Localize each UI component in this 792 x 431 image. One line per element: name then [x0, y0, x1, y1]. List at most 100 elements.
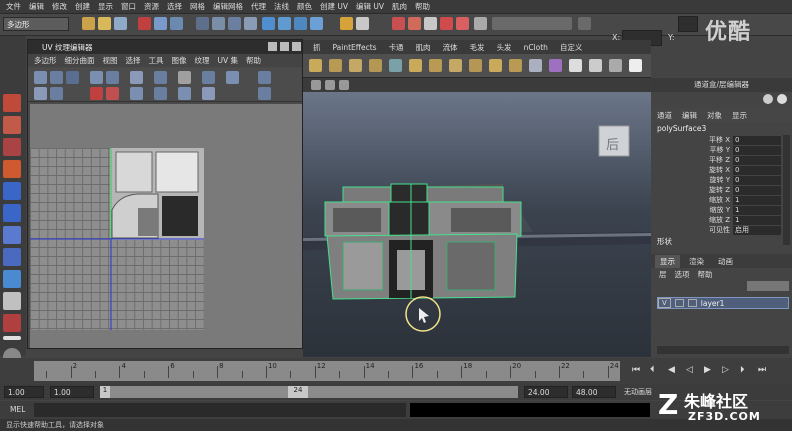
ipr-render-icon[interactable] — [408, 17, 421, 30]
render-frame-icon[interactable] — [392, 17, 405, 30]
layer-menu-options[interactable]: 选项 — [675, 269, 690, 280]
show-manipulator-icon[interactable] — [3, 270, 21, 288]
attr-value[interactable]: 1 — [733, 205, 781, 215]
cb-menu-channels[interactable]: 通道 — [657, 110, 672, 121]
shelf-tool-15-icon[interactable] — [589, 59, 602, 72]
shelf-tool-12-icon[interactable] — [529, 59, 542, 72]
shelf-tool-17-icon[interactable] — [629, 59, 642, 72]
object-name[interactable]: polySurface3 — [657, 124, 706, 133]
layer-buttons-icon[interactable] — [747, 281, 789, 291]
cb-menu-show[interactable]: 显示 — [732, 110, 747, 121]
layer-menu-layers[interactable]: 层 — [659, 269, 667, 280]
menu-edit[interactable]: 编辑 — [29, 1, 44, 12]
menu-normals[interactable]: 法线 — [274, 1, 289, 12]
attr-value[interactable]: 启用 — [733, 225, 781, 235]
attr-row-tz[interactable]: 平移 Z0 — [651, 155, 781, 165]
layer-menu-help[interactable]: 帮助 — [698, 269, 713, 280]
absolute-transform-icon[interactable] — [578, 17, 591, 30]
shelf-tool-5-icon[interactable] — [389, 59, 402, 72]
close-icon[interactable] — [292, 42, 301, 51]
y-field[interactable] — [678, 16, 698, 32]
uv-tool-14-icon[interactable] — [90, 87, 103, 100]
uv-tool-10-icon[interactable] — [226, 71, 239, 84]
render-view-icon[interactable] — [456, 17, 469, 30]
end-time-field[interactable]: 48.00 — [572, 386, 616, 398]
layer-visibility-toggle[interactable]: V — [658, 298, 671, 308]
step-back-key-icon[interactable]: ⏴ — [650, 365, 655, 375]
attr-value[interactable]: 1 — [733, 195, 781, 205]
uv-tool-11-icon[interactable] — [258, 71, 271, 84]
attr-value[interactable]: 0 — [733, 135, 781, 145]
render-settings-icon[interactable] — [424, 17, 437, 30]
attr-row-ry[interactable]: 旋转 Y0 — [651, 175, 781, 185]
shelf-tool-13-icon[interactable] — [549, 59, 562, 72]
attr-value[interactable]: 0 — [733, 185, 781, 195]
playback-start-field[interactable]: 1.00 — [50, 386, 94, 398]
layer-horizontal-scrollbar[interactable] — [657, 346, 789, 354]
shelf-tab-4[interactable]: 流体 — [439, 42, 462, 53]
uv-menu-tool[interactable]: 工具 — [149, 55, 164, 66]
uv-menu-help[interactable]: 帮助 — [246, 55, 261, 66]
channel-box-toggle-icon[interactable] — [763, 94, 773, 104]
attribute-editor-toggle-icon[interactable] — [777, 94, 787, 104]
shelf-tab-2[interactable]: 卡通 — [385, 42, 408, 53]
uv-tool-12-icon[interactable] — [34, 87, 47, 100]
attr-row-rz[interactable]: 旋转 Z0 — [651, 185, 781, 195]
range-slider[interactable]: 1 24 — [100, 386, 518, 398]
lasso-tool-icon[interactable] — [3, 116, 21, 134]
step-forward-icon[interactable]: ▷ — [722, 365, 729, 375]
uv-tool-3-icon[interactable] — [66, 71, 79, 84]
channel-box-scrollbar[interactable] — [783, 135, 790, 245]
shelf-tool-2-icon[interactable] — [329, 59, 342, 72]
layer-color-swatch[interactable] — [687, 299, 697, 307]
save-scene-icon[interactable] — [114, 17, 127, 30]
menu-window[interactable]: 窗口 — [121, 1, 136, 12]
paint-select-icon[interactable] — [3, 138, 21, 156]
uv-menu-texture[interactable]: 纹理 — [195, 55, 210, 66]
menu-help[interactable]: 帮助 — [415, 1, 430, 12]
shelf-tool-9-icon[interactable] — [469, 59, 482, 72]
uv-tool-20-icon[interactable] — [258, 87, 271, 100]
shelf-tool-16-icon[interactable] — [609, 59, 622, 72]
attr-row-sx[interactable]: 缩放 X1 — [651, 195, 781, 205]
layer-template-toggle[interactable] — [674, 299, 684, 307]
input-box-icon[interactable] — [474, 17, 487, 30]
shelf-tab-8[interactable]: 自定义 — [556, 42, 587, 53]
layer-name[interactable]: layer1 — [701, 299, 725, 308]
playback-end-field[interactable]: 24.00 — [524, 386, 568, 398]
new-scene-icon[interactable] — [82, 17, 95, 30]
viewport-grid-icon[interactable] — [325, 80, 335, 90]
menu-color[interactable]: 颜色 — [297, 1, 312, 12]
menu-modify[interactable]: 修改 — [52, 1, 67, 12]
viewport-share-icon[interactable] — [339, 80, 349, 90]
uv-menu-polygons[interactable]: 多边形 — [34, 55, 57, 66]
attr-value[interactable]: 0 — [733, 155, 781, 165]
uv-tool-7-icon[interactable] — [154, 71, 167, 84]
attr-row-ty[interactable]: 平移 Y0 — [651, 145, 781, 155]
universal-tool-icon[interactable] — [3, 226, 21, 244]
mel-input[interactable] — [34, 403, 406, 417]
snap-curve-icon[interactable] — [212, 17, 225, 30]
menu-mesh[interactable]: 网格 — [190, 1, 205, 12]
play-forward-icon[interactable]: ▶ — [704, 365, 711, 375]
menu-create-uv[interactable]: 创建 UV — [320, 1, 348, 12]
hypershade-icon[interactable] — [440, 17, 453, 30]
layer-row[interactable]: V layer1 — [657, 297, 789, 309]
shelf-tool-8-icon[interactable] — [449, 59, 462, 72]
attr-value[interactable]: 1 — [733, 215, 781, 225]
shelf-tool-6-icon[interactable] — [409, 59, 422, 72]
uv-tool-9-icon[interactable] — [202, 71, 215, 84]
snap-point-icon[interactable] — [228, 17, 241, 30]
mask-2-icon[interactable] — [278, 17, 291, 30]
construction-history-icon[interactable] — [356, 17, 369, 30]
scale-tool-icon[interactable] — [3, 204, 21, 222]
select-component-icon[interactable] — [170, 17, 183, 30]
select-object-icon[interactable] — [154, 17, 167, 30]
uv-tool-19-icon[interactable] — [202, 87, 215, 100]
layer-tab-render[interactable]: 渲染 — [684, 255, 709, 268]
uv-tool-5-icon[interactable] — [106, 71, 119, 84]
last-tool-icon[interactable] — [3, 292, 21, 310]
start-time-field[interactable]: 1.00 — [4, 386, 44, 398]
layer-tab-anim[interactable]: 动画 — [713, 255, 738, 268]
uv-tool-15-icon[interactable] — [106, 87, 119, 100]
